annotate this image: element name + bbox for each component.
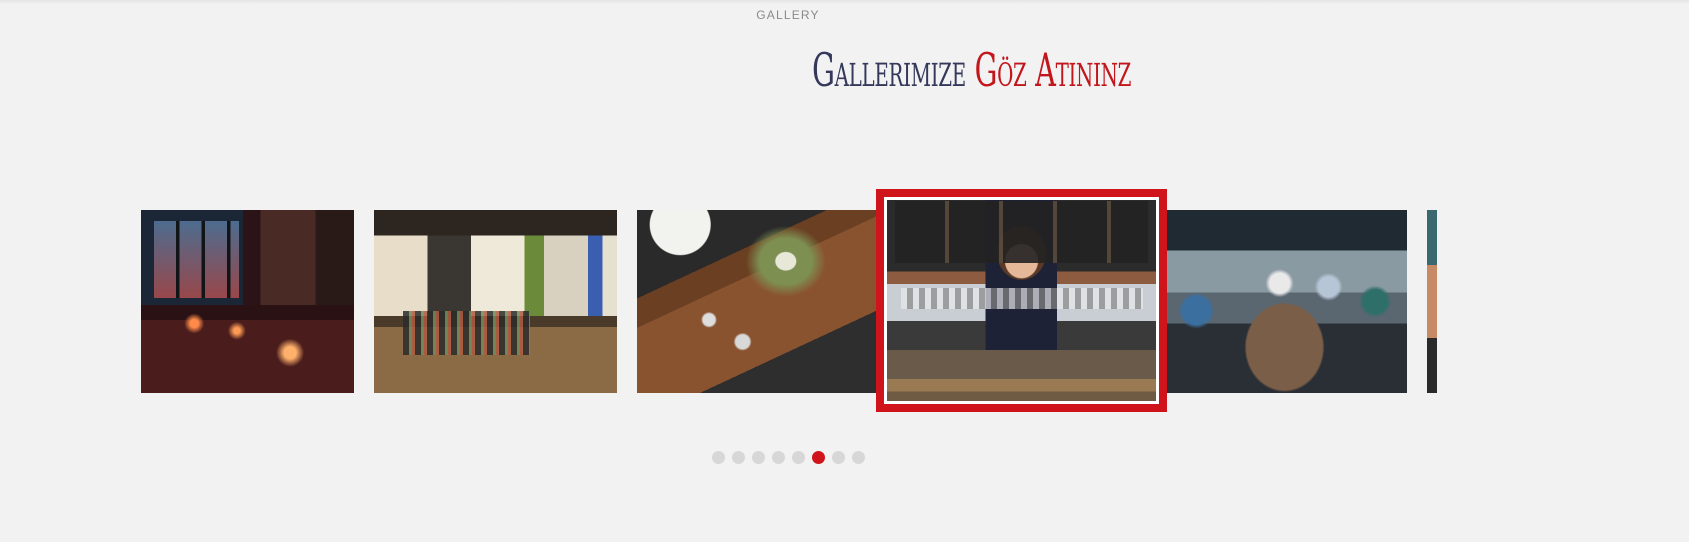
gallery-photo <box>1162 210 1407 393</box>
carousel-dot-7[interactable] <box>832 451 845 464</box>
gallery-slide-bar-interior[interactable] <box>141 210 354 393</box>
gallery-slide-partial[interactable] <box>1427 210 1437 393</box>
carousel-dot-6-active[interactable] <box>812 451 825 464</box>
carousel-dot-4[interactable] <box>772 451 785 464</box>
carousel-dot-5[interactable] <box>792 451 805 464</box>
carousel-dot-8[interactable] <box>852 451 865 464</box>
gallery-slide-bartender-active[interactable] <box>876 189 1167 412</box>
gallery-slide-table[interactable] <box>637 210 877 393</box>
gallery-photo <box>884 197 1159 404</box>
carousel-dot-3[interactable] <box>752 451 765 464</box>
carousel-dot-2[interactable] <box>732 451 745 464</box>
gallery-photo <box>141 210 354 393</box>
carousel-dot-1[interactable] <box>712 451 725 464</box>
gallery-slide-cafe[interactable] <box>374 210 617 393</box>
gallery-photo <box>637 210 877 393</box>
carousel-pagination <box>712 451 865 464</box>
gallery-photo <box>1427 210 1437 393</box>
gallery-photo <box>374 210 617 393</box>
gallery-slide-patio[interactable] <box>1162 210 1407 393</box>
